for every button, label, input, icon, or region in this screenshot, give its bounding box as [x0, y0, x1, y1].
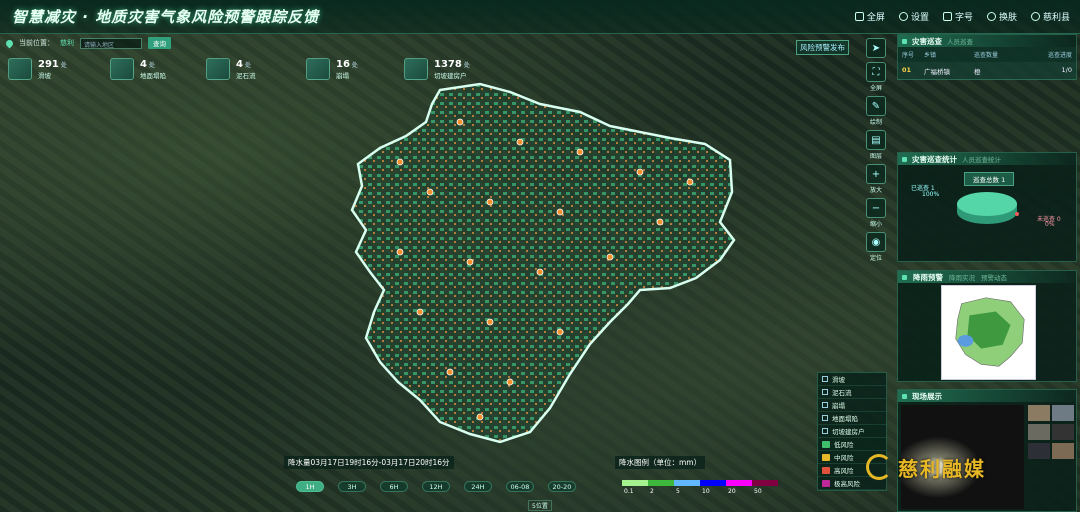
- scene-video-panel: 现场展示: [897, 389, 1077, 512]
- panel-marker-icon: [902, 274, 907, 280]
- scene-thumb[interactable]: [1052, 405, 1074, 421]
- user-button[interactable]: 慈利县: [1030, 10, 1070, 23]
- publish-warning-button[interactable]: 风险预警发布: [796, 40, 849, 55]
- time-button-24h[interactable]: 24H: [464, 481, 492, 492]
- stat-landslide[interactable]: 291 处滑坡: [8, 58, 67, 80]
- scene-thumb[interactable]: [1028, 405, 1050, 421]
- rain-scale-labels: 0.1 2 5 10 20 50: [624, 488, 762, 495]
- time-button-06-08[interactable]: 06-08: [506, 481, 534, 492]
- county-map[interactable]: [340, 82, 740, 447]
- rockfall-icon: [306, 58, 330, 80]
- watermark-logo-icon: [866, 454, 892, 480]
- pie-slice-done: [957, 192, 1017, 216]
- stat-rockfall[interactable]: 16 处崩塌: [306, 58, 358, 80]
- compass-icon[interactable]: ➤: [866, 38, 886, 58]
- expand-icon[interactable]: ⛶: [866, 62, 886, 82]
- panel-marker-icon: [902, 156, 907, 162]
- theme-button[interactable]: 换肤: [986, 10, 1017, 23]
- page-title: 智慧减灾 · 地质灾害气象风险预警跟踪反馈: [12, 8, 320, 26]
- layers-icon[interactable]: ▤: [866, 130, 886, 150]
- warning-thumbnail-map[interactable]: [941, 285, 1036, 380]
- draw-icon[interactable]: ✎: [866, 96, 886, 116]
- location-pin-icon: [4, 38, 15, 48]
- rainfall-time-caption: 降水量03月17日19时16分-03月17日20时16分: [284, 456, 454, 469]
- debris-flow-icon: [206, 58, 230, 80]
- table-header: 序号 乡镇 巡查数量 巡查进度: [898, 47, 1076, 62]
- time-button-20-20[interactable]: 20-20: [548, 481, 576, 492]
- map-toolbar: ➤ ⛶ 全屏 ✎ 绘制 ▤ 图层 + 放大 − 缩小 ◉ 定位: [863, 38, 889, 262]
- layer-toggle-debris-flow[interactable]: 泥石流: [818, 386, 886, 399]
- tab-rain-live[interactable]: 降雨实况: [949, 272, 975, 282]
- pie-pct-pending: 0%: [1045, 221, 1055, 228]
- layer-toggle-rockfall[interactable]: 崩塌: [818, 399, 886, 412]
- table-row[interactable]: 01 广福桥镇橙 1/0: [898, 62, 1076, 80]
- location-value: 慈利: [60, 39, 74, 47]
- tab-personnel-stats[interactable]: 人员巡查统计: [962, 154, 1001, 164]
- time-button-3h[interactable]: 3H: [338, 481, 366, 492]
- landslide-icon: [8, 58, 32, 80]
- scene-thumb[interactable]: [1028, 424, 1050, 440]
- layer-toggle-slope-houses[interactable]: 切坡建房户: [818, 425, 886, 438]
- location-bar: 当前位置： 慈利 请输入地区 查询: [4, 37, 171, 49]
- zoom-in-icon[interactable]: +: [866, 164, 886, 184]
- header-bar: 智慧减灾 · 地质灾害气象风险预警跟踪反馈 全屏 设置 字号 换肤 慈利县: [0, 0, 1080, 34]
- rain-legend-title: 降水图例（单位：mm）: [615, 456, 706, 469]
- scene-thumb[interactable]: [1052, 443, 1074, 459]
- pie-slice-pending: [1015, 212, 1019, 216]
- time-button-12h[interactable]: 12H: [422, 481, 450, 492]
- search-button[interactable]: 查询: [148, 37, 171, 49]
- ground-collapse-icon: [110, 58, 134, 80]
- scene-thumb[interactable]: [1028, 443, 1050, 459]
- stat-debris-flow[interactable]: 4 处泥石流: [206, 58, 256, 80]
- font-size-icon: [942, 12, 952, 21]
- gear-icon: [898, 12, 908, 21]
- position-indicator[interactable]: 5位置: [528, 500, 552, 511]
- fullscreen-icon: [854, 12, 864, 21]
- settings-button[interactable]: 设置: [898, 10, 929, 23]
- zoom-out-icon[interactable]: −: [866, 198, 886, 218]
- time-range-buttons: 1H 3H 6H 12H 24H 06-08 20-20: [296, 481, 576, 492]
- house-icon: [404, 58, 428, 80]
- user-icon: [1030, 12, 1040, 21]
- time-button-6h[interactable]: 6H: [380, 481, 408, 492]
- county-boundary: [350, 82, 736, 444]
- panel-marker-icon: [902, 38, 907, 44]
- app-root: 智慧减灾 · 地质灾害气象风险预警跟踪反馈 全屏 设置 字号 换肤 慈利县 当前…: [0, 0, 1080, 512]
- tab-personnel[interactable]: 人员巡查: [947, 36, 973, 46]
- rain-color-scale: [622, 480, 778, 486]
- layer-toggle-low-risk[interactable]: 低风险: [818, 438, 886, 451]
- location-label: 当前位置：: [19, 39, 54, 47]
- stat-ground-collapse[interactable]: 4 处地面塌陷: [110, 58, 166, 80]
- fullscreen-button[interactable]: 全屏: [854, 10, 885, 23]
- scene-thumb[interactable]: [1052, 424, 1074, 440]
- layer-toggle-landslide[interactable]: 滑坡: [818, 373, 886, 386]
- tracking-panel: 灾害巡查 人员巡查 序号 乡镇 巡查数量 巡查进度 01 广福桥镇橙 1/0: [897, 34, 1077, 80]
- stat-slope-houses[interactable]: 1378 处切坡建房户: [404, 58, 470, 80]
- region-search-input[interactable]: 请输入地区: [80, 37, 142, 49]
- watermark-text: 慈利融媒: [898, 457, 986, 481]
- location-icon[interactable]: ◉: [866, 232, 886, 252]
- time-button-1h[interactable]: 1H: [296, 481, 324, 492]
- palette-icon: [986, 12, 996, 21]
- layer-toggle-ground-collapse[interactable]: 地面塌陷: [818, 412, 886, 425]
- font-size-button[interactable]: 字号: [942, 10, 973, 23]
- tab-warning-dynamic[interactable]: 预警动态: [981, 272, 1007, 282]
- panel-marker-icon: [902, 393, 907, 399]
- pie-pct-done: 100%: [922, 191, 940, 198]
- header-menu: 全屏 设置 字号 换肤 慈利县: [854, 10, 1070, 23]
- tracking-pie-chart: [957, 192, 1019, 224]
